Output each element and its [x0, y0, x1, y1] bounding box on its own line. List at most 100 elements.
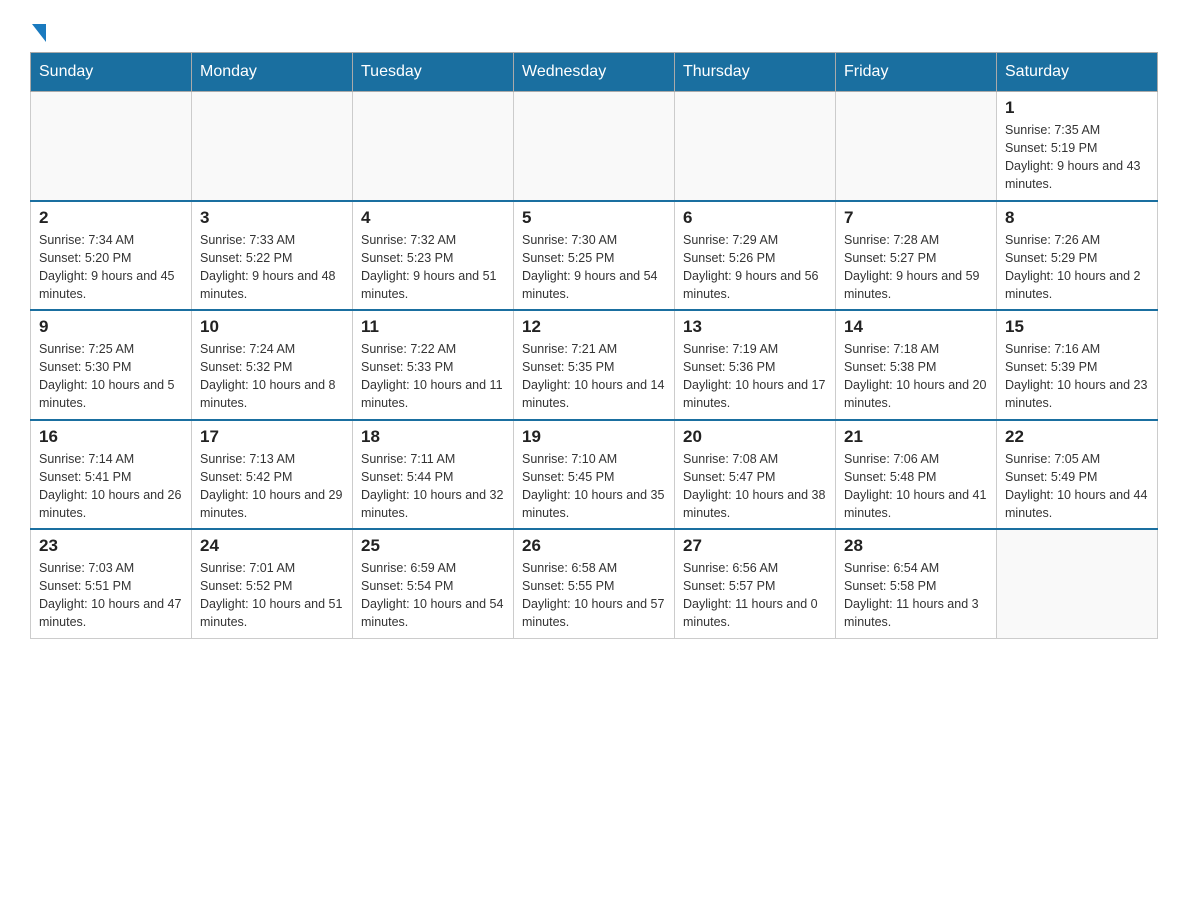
day-number: 10 — [200, 317, 344, 337]
calendar-cell: 22 Sunrise: 7:05 AMSunset: 5:49 PMDayligh… — [997, 420, 1158, 530]
day-info: Sunrise: 7:14 AMSunset: 5:41 PMDaylight:… — [39, 450, 183, 523]
day-header-friday: Friday — [836, 53, 997, 92]
calendar-cell: 3 Sunrise: 7:33 AMSunset: 5:22 PMDaylight… — [192, 201, 353, 311]
day-info: Sunrise: 7:06 AMSunset: 5:48 PMDaylight:… — [844, 450, 988, 523]
calendar-cell: 20 Sunrise: 7:08 AMSunset: 5:47 PMDayligh… — [675, 420, 836, 530]
day-number: 19 — [522, 427, 666, 447]
day-number: 24 — [200, 536, 344, 556]
day-info: Sunrise: 6:58 AMSunset: 5:55 PMDaylight:… — [522, 559, 666, 632]
day-number: 2 — [39, 208, 183, 228]
calendar-cell: 15 Sunrise: 7:16 AMSunset: 5:39 PMDayligh… — [997, 310, 1158, 420]
logo — [30, 20, 46, 42]
calendar-cell — [675, 92, 836, 201]
day-number: 22 — [1005, 427, 1149, 447]
day-info: Sunrise: 7:24 AMSunset: 5:32 PMDaylight:… — [200, 340, 344, 413]
day-number: 15 — [1005, 317, 1149, 337]
calendar-cell: 24 Sunrise: 7:01 AMSunset: 5:52 PMDayligh… — [192, 529, 353, 638]
day-number: 3 — [200, 208, 344, 228]
calendar-cell: 28 Sunrise: 6:54 AMSunset: 5:58 PMDayligh… — [836, 529, 997, 638]
calendar-cell: 16 Sunrise: 7:14 AMSunset: 5:41 PMDayligh… — [31, 420, 192, 530]
day-number: 12 — [522, 317, 666, 337]
day-number: 26 — [522, 536, 666, 556]
day-number: 11 — [361, 317, 505, 337]
day-number: 25 — [361, 536, 505, 556]
day-header-tuesday: Tuesday — [353, 53, 514, 92]
day-info: Sunrise: 7:03 AMSunset: 5:51 PMDaylight:… — [39, 559, 183, 632]
day-info: Sunrise: 7:08 AMSunset: 5:47 PMDaylight:… — [683, 450, 827, 523]
day-number: 28 — [844, 536, 988, 556]
day-info: Sunrise: 6:56 AMSunset: 5:57 PMDaylight:… — [683, 559, 827, 632]
day-header-wednesday: Wednesday — [514, 53, 675, 92]
day-info: Sunrise: 7:28 AMSunset: 5:27 PMDaylight:… — [844, 231, 988, 304]
day-info: Sunrise: 7:29 AMSunset: 5:26 PMDaylight:… — [683, 231, 827, 304]
day-number: 14 — [844, 317, 988, 337]
calendar-cell: 4 Sunrise: 7:32 AMSunset: 5:23 PMDaylight… — [353, 201, 514, 311]
calendar-cell: 8 Sunrise: 7:26 AMSunset: 5:29 PMDaylight… — [997, 201, 1158, 311]
calendar-cell: 5Sunrise: 7:30 AMSunset: 5:25 PMDaylight… — [514, 201, 675, 311]
calendar-cell: 17 Sunrise: 7:13 AMSunset: 5:42 PMDayligh… — [192, 420, 353, 530]
calendar-cell: 7 Sunrise: 7:28 AMSunset: 5:27 PMDaylight… — [836, 201, 997, 311]
day-info: Sunrise: 7:11 AMSunset: 5:44 PMDaylight:… — [361, 450, 505, 523]
calendar-week-row: 9 Sunrise: 7:25 AMSunset: 5:30 PMDaylight… — [31, 310, 1158, 420]
calendar-cell: 1Sunrise: 7:35 AMSunset: 5:19 PMDaylight… — [997, 92, 1158, 201]
calendar-cell: 11 Sunrise: 7:22 AMSunset: 5:33 PMDayligh… — [353, 310, 514, 420]
calendar-table: SundayMondayTuesdayWednesdayThursdayFrid… — [30, 52, 1158, 639]
calendar-week-row: 1Sunrise: 7:35 AMSunset: 5:19 PMDaylight… — [31, 92, 1158, 201]
day-header-saturday: Saturday — [997, 53, 1158, 92]
day-info: Sunrise: 7:19 AMSunset: 5:36 PMDaylight:… — [683, 340, 827, 413]
day-number: 27 — [683, 536, 827, 556]
day-info: Sunrise: 7:05 AMSunset: 5:49 PMDaylight:… — [1005, 450, 1149, 523]
day-number: 23 — [39, 536, 183, 556]
logo-arrow-icon — [32, 24, 46, 42]
calendar-cell: 14Sunrise: 7:18 AMSunset: 5:38 PMDayligh… — [836, 310, 997, 420]
day-number: 4 — [361, 208, 505, 228]
day-info: Sunrise: 7:21 AMSunset: 5:35 PMDaylight:… — [522, 340, 666, 413]
day-header-sunday: Sunday — [31, 53, 192, 92]
day-info: Sunrise: 6:59 AMSunset: 5:54 PMDaylight:… — [361, 559, 505, 632]
day-number: 8 — [1005, 208, 1149, 228]
calendar-cell: 6 Sunrise: 7:29 AMSunset: 5:26 PMDaylight… — [675, 201, 836, 311]
day-info: Sunrise: 7:33 AMSunset: 5:22 PMDaylight:… — [200, 231, 344, 304]
calendar-cell: 26 Sunrise: 6:58 AMSunset: 5:55 PMDayligh… — [514, 529, 675, 638]
calendar-cell: 10 Sunrise: 7:24 AMSunset: 5:32 PMDayligh… — [192, 310, 353, 420]
day-info: Sunrise: 7:01 AMSunset: 5:52 PMDaylight:… — [200, 559, 344, 632]
day-info: Sunrise: 6:54 AMSunset: 5:58 PMDaylight:… — [844, 559, 988, 632]
day-info: Sunrise: 7:34 AMSunset: 5:20 PMDaylight:… — [39, 231, 183, 304]
day-info: Sunrise: 7:32 AMSunset: 5:23 PMDaylight:… — [361, 231, 505, 304]
day-info: Sunrise: 7:13 AMSunset: 5:42 PMDaylight:… — [200, 450, 344, 523]
day-number: 16 — [39, 427, 183, 447]
calendar-cell: 23 Sunrise: 7:03 AMSunset: 5:51 PMDayligh… — [31, 529, 192, 638]
day-number: 21 — [844, 427, 988, 447]
calendar-cell: 25 Sunrise: 6:59 AMSunset: 5:54 PMDayligh… — [353, 529, 514, 638]
calendar-cell: 2 Sunrise: 7:34 AMSunset: 5:20 PMDaylight… — [31, 201, 192, 311]
day-info: Sunrise: 7:16 AMSunset: 5:39 PMDaylight:… — [1005, 340, 1149, 413]
calendar-cell — [192, 92, 353, 201]
calendar-cell: 18 Sunrise: 7:11 AMSunset: 5:44 PMDayligh… — [353, 420, 514, 530]
calendar-cell: 27 Sunrise: 6:56 AMSunset: 5:57 PMDayligh… — [675, 529, 836, 638]
day-number: 7 — [844, 208, 988, 228]
day-info: Sunrise: 7:26 AMSunset: 5:29 PMDaylight:… — [1005, 231, 1149, 304]
calendar-week-row: 2 Sunrise: 7:34 AMSunset: 5:20 PMDaylight… — [31, 201, 1158, 311]
day-header-monday: Monday — [192, 53, 353, 92]
page-header — [30, 20, 1158, 42]
day-info: Sunrise: 7:25 AMSunset: 5:30 PMDaylight:… — [39, 340, 183, 413]
day-number: 18 — [361, 427, 505, 447]
day-info: Sunrise: 7:10 AMSunset: 5:45 PMDaylight:… — [522, 450, 666, 523]
day-info: Sunrise: 7:22 AMSunset: 5:33 PMDaylight:… — [361, 340, 505, 413]
day-number: 17 — [200, 427, 344, 447]
calendar-cell: 13Sunrise: 7:19 AMSunset: 5:36 PMDayligh… — [675, 310, 836, 420]
day-header-thursday: Thursday — [675, 53, 836, 92]
calendar-cell: 21 Sunrise: 7:06 AMSunset: 5:48 PMDayligh… — [836, 420, 997, 530]
day-info: Sunrise: 7:35 AMSunset: 5:19 PMDaylight:… — [1005, 121, 1149, 194]
calendar-cell — [31, 92, 192, 201]
calendar-cell — [514, 92, 675, 201]
day-number: 20 — [683, 427, 827, 447]
calendar-week-row: 23 Sunrise: 7:03 AMSunset: 5:51 PMDayligh… — [31, 529, 1158, 638]
calendar-cell — [836, 92, 997, 201]
day-number: 6 — [683, 208, 827, 228]
calendar-cell — [997, 529, 1158, 638]
day-number: 9 — [39, 317, 183, 337]
day-info: Sunrise: 7:30 AMSunset: 5:25 PMDaylight:… — [522, 231, 666, 304]
calendar-cell: 9 Sunrise: 7:25 AMSunset: 5:30 PMDaylight… — [31, 310, 192, 420]
calendar-cell — [353, 92, 514, 201]
